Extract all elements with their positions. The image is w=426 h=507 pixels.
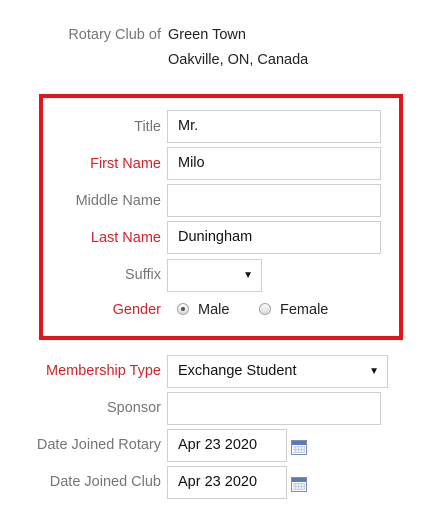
first-name-input[interactable]: Milo [167, 147, 381, 180]
caret-down-icon: ▼ [369, 366, 379, 377]
title-label: Title [134, 119, 161, 135]
gender-female-label[interactable]: Female [280, 301, 328, 319]
membership-type-value: Exchange Student [178, 363, 297, 379]
last-name-input[interactable]: Duningham [167, 221, 381, 254]
sponsor-input[interactable] [167, 392, 381, 425]
suffix-label: Suffix [124, 267, 161, 283]
gender-label: Gender [112, 302, 161, 318]
gender-female-radio[interactable] [259, 303, 271, 315]
middle-name-input[interactable] [167, 184, 381, 217]
date-joined-rotary-label: Date Joined Rotary [36, 437, 161, 453]
gender-male-radio[interactable] [177, 303, 189, 315]
gender-male-label[interactable]: Male [198, 301, 229, 319]
club-location: Oakville, ON, Canada [168, 52, 309, 68]
title-input[interactable]: Mr. [167, 110, 381, 143]
calendar-icon[interactable] [291, 440, 307, 455]
club-name: Green Town [168, 27, 246, 43]
date-joined-rotary-input[interactable]: Apr 23 2020 [167, 429, 287, 462]
last-name-label: Last Name [90, 230, 161, 246]
middle-name-label: Middle Name [75, 193, 161, 209]
sponsor-label: Sponsor [106, 400, 161, 416]
date-joined-club-label: Date Joined Club [49, 474, 161, 490]
caret-down-icon: ▼ [243, 270, 253, 281]
first-name-label: First Name [90, 156, 161, 172]
membership-type-select[interactable]: Exchange Student ▼ [167, 355, 388, 388]
club-label: Rotary Club of [68, 27, 161, 43]
calendar-icon[interactable] [291, 477, 307, 492]
date-joined-club-input[interactable]: Apr 23 2020 [167, 466, 287, 499]
suffix-select[interactable]: ▼ [167, 259, 262, 292]
membership-type-label: Membership Type [46, 363, 161, 379]
